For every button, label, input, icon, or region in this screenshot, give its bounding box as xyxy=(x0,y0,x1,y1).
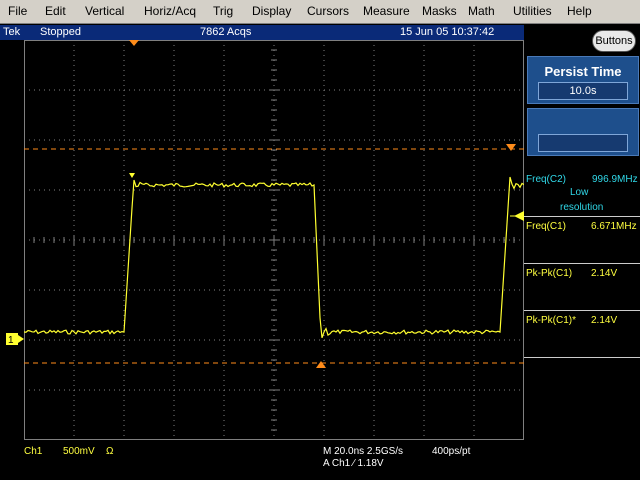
freq-c2-label: Freq(C2) xyxy=(526,174,567,185)
date-time: 15 Jun 05 10:37:42 xyxy=(400,26,495,38)
measurement-divider xyxy=(524,357,640,358)
cursor-upper-marker-icon[interactable] xyxy=(506,144,516,151)
trigger-readout[interactable]: A Ch1 ∕ 1.18V xyxy=(323,458,384,469)
brand-label: Tek xyxy=(3,26,21,38)
menu-edit[interactable]: Edit xyxy=(45,4,66,18)
menu-vertical[interactable]: Vertical xyxy=(85,4,124,18)
menu-horiz-acq[interactable]: Horiz/Acq xyxy=(144,4,196,18)
trigger-position-icon[interactable] xyxy=(129,40,139,46)
menu-masks[interactable]: Masks xyxy=(422,4,457,18)
timebase-readout[interactable]: M 20.0ns 2.5GS/s xyxy=(323,446,403,457)
svg-text:1: 1 xyxy=(8,335,14,345)
menu-file[interactable]: File xyxy=(8,4,27,18)
impedance-symbol: Ω xyxy=(106,446,114,457)
trigger-level-arrow-icon[interactable] xyxy=(510,211,524,221)
menu-math[interactable]: Math xyxy=(468,4,495,18)
pkpk-c1-label: Pk-Pk(C1) xyxy=(526,268,573,279)
pkpk-c1-star-value: 2.14V xyxy=(591,315,618,326)
measurement-divider xyxy=(524,216,640,217)
freq-c1-value: 6.671MHz xyxy=(591,221,637,232)
buttons-toggle-button[interactable]: Buttons xyxy=(592,30,636,52)
trace-start-marker-icon xyxy=(129,173,135,178)
low-resolution-line2: resolution xyxy=(560,202,604,213)
persist-time-control[interactable]: Persist Time 10.0s xyxy=(527,56,639,104)
cursor-lower-marker-icon[interactable] xyxy=(316,361,326,368)
menu-measure[interactable]: Measure xyxy=(363,4,410,18)
secondary-control-field[interactable] xyxy=(538,134,628,152)
resolution-readout[interactable]: 400ps/pt xyxy=(432,446,470,457)
menu-cursors[interactable]: Cursors xyxy=(307,4,349,18)
ch1-ground-marker-icon[interactable]: 1 xyxy=(6,333,24,345)
freq-c2-value: 996.9MHz xyxy=(592,174,638,185)
pkpk-c1-value: 2.14V xyxy=(591,268,618,279)
persist-time-title: Persist Time xyxy=(544,64,622,79)
graticule-grid xyxy=(24,40,524,440)
volts-per-div[interactable]: 500mV xyxy=(63,446,95,457)
waveform-display[interactable] xyxy=(24,40,524,440)
acquisition-count: 7862 Acqs xyxy=(200,26,252,38)
measurement-divider xyxy=(524,263,640,264)
persist-time-value[interactable]: 10.0s xyxy=(538,82,628,100)
freq-c1-label: Freq(C1) xyxy=(526,221,567,232)
menu-utilities[interactable]: Utilities xyxy=(513,4,552,18)
menu-bar: File Edit Vertical Horiz/Acq Trig Displa… xyxy=(0,0,640,24)
menu-display[interactable]: Display xyxy=(252,4,291,18)
acquisition-state: Stopped xyxy=(40,26,81,38)
low-resolution-line1: Low xyxy=(570,187,589,198)
ch1-waveform-trace xyxy=(24,176,524,338)
secondary-control-panel[interactable] xyxy=(527,108,639,156)
pkpk-c1-star-label: Pk-Pk(C1)* xyxy=(526,315,577,326)
menu-help[interactable]: Help xyxy=(567,4,592,18)
channel-label[interactable]: Ch1 xyxy=(24,446,42,457)
menu-trig[interactable]: Trig xyxy=(213,4,233,18)
measurement-divider xyxy=(524,310,640,311)
status-bar: Tek Stopped 7862 Acqs 15 Jun 05 10:37:42 xyxy=(0,25,524,40)
